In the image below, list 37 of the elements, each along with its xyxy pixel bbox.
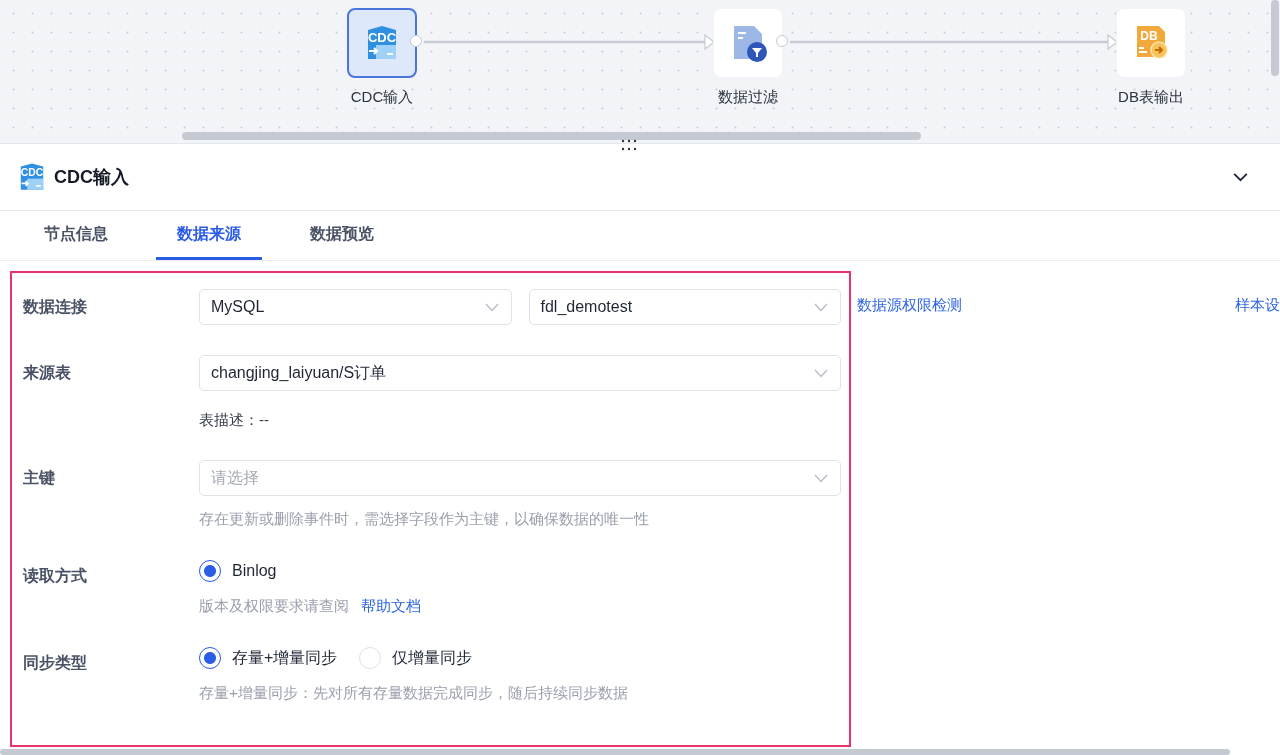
select-field[interactable]: fdl_demotest: [528, 289, 841, 325]
field-label: 数据连接: [23, 296, 88, 317]
node-label: DB表输出: [1118, 88, 1184, 107]
flow-node[interactable]: [713, 8, 783, 78]
table-description: 表描述：--: [199, 411, 270, 430]
radio-label[interactable]: Binlog: [232, 562, 277, 580]
node-label: 数据过滤: [718, 88, 778, 107]
hint-text: 存在更新或删除事件时，需选择字段作为主键，以确保数据的唯一性: [199, 510, 649, 529]
select-field[interactable]: changjing_laiyuan/S订单: [199, 355, 841, 391]
drag-handle-icon[interactable]: [620, 139, 638, 151]
field-label: 来源表: [23, 362, 72, 383]
scrollbar-thumb[interactable]: [182, 132, 921, 140]
select-field[interactable]: MySQL: [199, 289, 512, 325]
chevron-down-icon: [814, 302, 828, 312]
radio-button[interactable]: [199, 647, 221, 669]
radio-label[interactable]: 存量+增量同步: [232, 647, 338, 669]
chevron-down-icon: [484, 302, 499, 312]
tab[interactable]: 节点信息: [23, 211, 129, 260]
scrollbar-thumb[interactable]: [1271, 0, 1279, 76]
scrollbar-thumb[interactable]: [0, 749, 1230, 755]
hint-text: 存量+增量同步：先对所有存量数据完成同步，随后持续同步数据: [199, 684, 628, 703]
node-label: CDC输入: [350, 88, 414, 107]
radio-label[interactable]: 仅增量同步: [392, 647, 473, 669]
link[interactable]: 样本设: [1235, 296, 1280, 315]
chevron-down-icon: [814, 473, 828, 483]
tab[interactable]: 数据预览: [289, 211, 395, 260]
chevron-down-icon: [814, 368, 828, 378]
link[interactable]: 数据源权限检测: [857, 296, 962, 315]
field-label: 读取方式: [23, 566, 88, 586]
radio-button[interactable]: [199, 560, 221, 582]
panel-title: CDC输入: [54, 166, 129, 189]
hint-text: 版本及权限要求请查阅: [199, 597, 349, 616]
field-label: 主键: [23, 467, 56, 488]
tab[interactable]: 数据来源: [156, 211, 262, 260]
field-label: 同步类型: [23, 653, 88, 673]
chevron-down-icon[interactable]: [1233, 172, 1248, 182]
help-link[interactable]: 帮助文档: [361, 597, 421, 616]
